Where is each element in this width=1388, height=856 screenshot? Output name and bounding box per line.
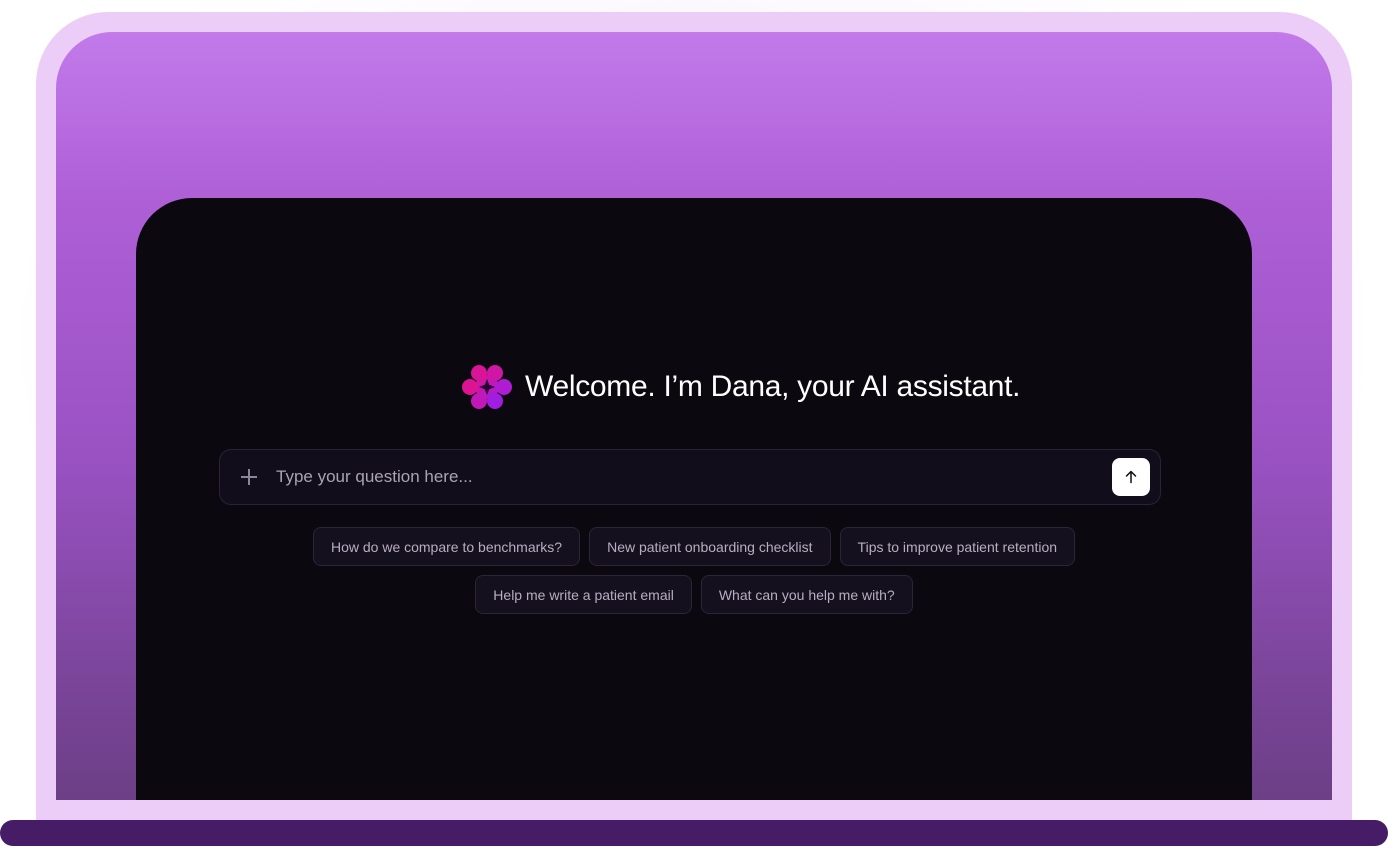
suggestion-chip-email[interactable]: Help me write a patient email bbox=[475, 575, 692, 614]
suggestion-chip-onboarding[interactable]: New patient onboarding checklist bbox=[589, 527, 831, 566]
suggestion-row: Help me write a patient email What can y… bbox=[475, 575, 913, 614]
arrow-up-icon bbox=[1125, 470, 1137, 484]
device-screen: Welcome. I’m Dana, your AI assistant. Ho… bbox=[56, 32, 1332, 800]
suggestion-row: How do we compare to benchmarks? New pat… bbox=[312, 527, 1076, 566]
device-base bbox=[0, 820, 1388, 846]
question-input[interactable] bbox=[276, 450, 1112, 504]
suggestion-chip-retention[interactable]: Tips to improve patient retention bbox=[839, 527, 1076, 566]
chat-panel: Welcome. I’m Dana, your AI assistant. Ho… bbox=[136, 198, 1252, 800]
welcome-header: Welcome. I’m Dana, your AI assistant. bbox=[461, 364, 1021, 410]
welcome-title: Welcome. I’m Dana, your AI assistant. bbox=[525, 370, 1021, 403]
device-canvas: Welcome. I’m Dana, your AI assistant. Ho… bbox=[0, 0, 1388, 856]
flower-sparkle-icon bbox=[462, 365, 512, 409]
suggestion-chip-help[interactable]: What can you help me with? bbox=[700, 575, 913, 614]
plus-icon[interactable] bbox=[240, 468, 258, 486]
suggestion-chip-benchmarks[interactable]: How do we compare to benchmarks? bbox=[312, 527, 581, 566]
send-button[interactable] bbox=[1112, 458, 1150, 496]
chat-composer bbox=[219, 449, 1161, 505]
suggestion-chips: How do we compare to benchmarks? New pat… bbox=[136, 527, 1252, 614]
